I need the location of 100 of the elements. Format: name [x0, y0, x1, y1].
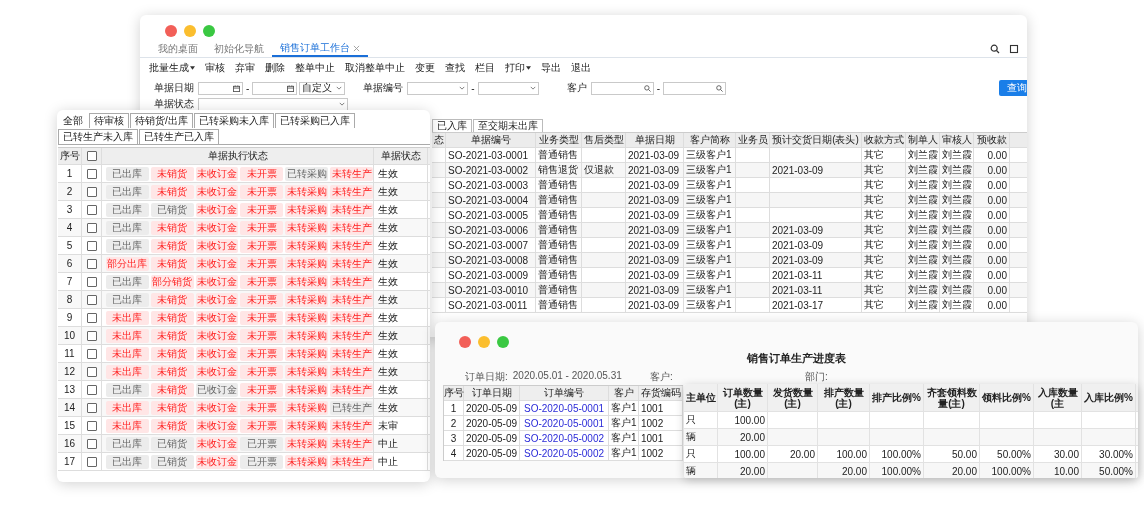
table-cell: 刘兰霞 — [906, 223, 940, 237]
table-cell: 生效 — [374, 381, 428, 398]
toolbar-button[interactable]: 取消整单中止 — [340, 61, 410, 75]
table-cell: 三级客户1 — [684, 238, 736, 252]
table-cell: 1001 — [639, 401, 683, 415]
row-checkbox[interactable] — [86, 456, 97, 467]
table-cell: SO-2021-03-0005 — [446, 208, 536, 222]
toolbar-button[interactable]: 变更 — [410, 61, 440, 75]
row-checkbox[interactable] — [86, 258, 97, 269]
table-cell: 其它 — [862, 148, 906, 162]
status-tag: 未开票 — [240, 400, 284, 415]
row-checkbox[interactable] — [86, 366, 97, 377]
status-tag: 未出库 — [106, 418, 149, 433]
filter-tab[interactable]: 已转采购未入库 — [193, 113, 274, 128]
row-checkbox[interactable] — [86, 294, 97, 305]
select-field[interactable] — [198, 97, 348, 111]
page-tab[interactable]: 我的桌面 — [150, 41, 206, 57]
row-checkbox[interactable] — [86, 402, 97, 413]
row-checkbox[interactable] — [86, 384, 97, 395]
status-tag: 未转生产 — [330, 274, 373, 289]
window-close-button[interactable] — [165, 25, 177, 37]
row-checkbox[interactable] — [86, 204, 97, 215]
row-checkbox[interactable] — [86, 312, 97, 323]
row-checkbox[interactable] — [86, 168, 97, 179]
row-checkbox[interactable] — [86, 330, 97, 341]
query-button[interactable]: 查询 — [999, 80, 1027, 96]
row-checkbox[interactable] — [86, 240, 97, 251]
page-tab[interactable]: 销售订单工作台 — [272, 41, 368, 57]
status-tag: 未转采购 — [285, 346, 329, 361]
select-field[interactable] — [477, 81, 539, 95]
table-cell: 20.00 — [718, 429, 768, 445]
row-number: 9 — [58, 309, 82, 326]
row-number: 11 — [58, 345, 82, 362]
table-cell: 2021-03-11 — [770, 268, 862, 282]
search-field[interactable] — [663, 81, 727, 95]
column-header: 领料比例% — [980, 384, 1034, 411]
date-field[interactable] — [252, 81, 298, 95]
filter-tab[interactable]: 已入库 — [432, 119, 472, 132]
filter-tab[interactable]: 待审核 — [89, 113, 129, 128]
table-cell: 普通销售 — [536, 268, 582, 282]
toolbar-button[interactable]: 栏目 — [470, 61, 500, 75]
filter-tab[interactable]: 待销货/出库 — [130, 113, 193, 128]
table-cell: 其它 — [862, 268, 906, 282]
date-field[interactable] — [198, 81, 243, 95]
filter-tab[interactable]: 已转生产已入库 — [139, 129, 219, 144]
table-cell: 刘兰霞 — [940, 193, 974, 207]
row-checkbox[interactable] — [86, 438, 97, 449]
row-checkbox[interactable] — [86, 222, 97, 233]
table-cell: 1001 — [639, 431, 683, 445]
toolbar-button[interactable]: 导出 — [536, 61, 566, 75]
table-cell: 刘兰霞 — [940, 163, 974, 177]
calendar-icon — [233, 84, 240, 92]
table-cell: 10.00 — [1034, 463, 1082, 478]
table-cell: 刘兰霞 — [906, 298, 940, 312]
status-tag: 未收订金 — [195, 454, 239, 469]
toolbar-button[interactable]: 批量生成 — [144, 61, 200, 75]
select-all-checkbox[interactable] — [86, 151, 97, 161]
row-number: 12 — [58, 363, 82, 380]
toolbar-button[interactable]: 打印 — [500, 61, 536, 75]
table-cell: 2021-03-09 — [626, 208, 684, 222]
table-cell: 0.00 — [974, 148, 1010, 162]
field-label: 单据日期 — [154, 81, 195, 95]
table-cell: SO-2021-03-0010 — [446, 283, 536, 297]
row-checkbox[interactable] — [86, 186, 97, 197]
table-cell: 刘兰霞 — [906, 148, 940, 162]
table-cell: 销售退货 — [536, 163, 582, 177]
preset-select[interactable]: 自定义 — [299, 81, 346, 95]
column-header: 订单日期 — [464, 386, 520, 400]
search-field[interactable] — [590, 81, 654, 95]
search-icon[interactable] — [990, 44, 1000, 54]
status-tag: 未转生产 — [330, 454, 373, 469]
filter-tab[interactable]: 已转采购已入库 — [274, 113, 355, 128]
table-cell: 生效 — [374, 237, 428, 254]
filter-tab[interactable]: 至交期未出库 — [473, 119, 543, 132]
row-checkbox[interactable] — [86, 420, 97, 431]
filter-tab[interactable]: 已转生产未入库 — [58, 129, 138, 144]
toolbar-button[interactable]: 整单中止 — [290, 61, 340, 75]
toolbar-button[interactable]: 删除 — [260, 61, 290, 75]
toolbar-button[interactable]: 弃审 — [230, 61, 260, 75]
table-cell: SO-2021-03-0011 — [446, 298, 536, 312]
row-checkbox[interactable] — [86, 348, 97, 359]
select-field[interactable] — [407, 81, 469, 95]
table-cell: SO-2021-03-0009 — [446, 268, 536, 282]
row-checkbox[interactable] — [86, 276, 97, 287]
status-tag: 未开票 — [240, 364, 284, 379]
status-tag: 未销货 — [150, 256, 194, 271]
toolbar-button[interactable]: 查找 — [440, 61, 470, 75]
page-tab[interactable]: 初始化导航 — [206, 41, 272, 57]
window-close-button[interactable] — [459, 336, 471, 348]
status-tag: 未转采购 — [285, 184, 329, 199]
table-cell: 20.00 — [818, 463, 870, 478]
order-link[interactable]: SO-2020-05-0001 — [523, 417, 605, 429]
order-link[interactable]: SO-2020-05-0002 — [523, 432, 605, 444]
toolbar-button[interactable]: 退出 — [566, 61, 596, 75]
table-cell: 0.00 — [974, 178, 1010, 192]
status-tag: 未收订金 — [195, 436, 239, 451]
order-link[interactable]: SO-2020-05-0001 — [523, 402, 605, 414]
order-link[interactable]: SO-2020-05-0002 — [523, 447, 605, 459]
fullscreen-icon[interactable] — [1009, 44, 1019, 54]
toolbar-button[interactable]: 审核 — [200, 61, 230, 75]
